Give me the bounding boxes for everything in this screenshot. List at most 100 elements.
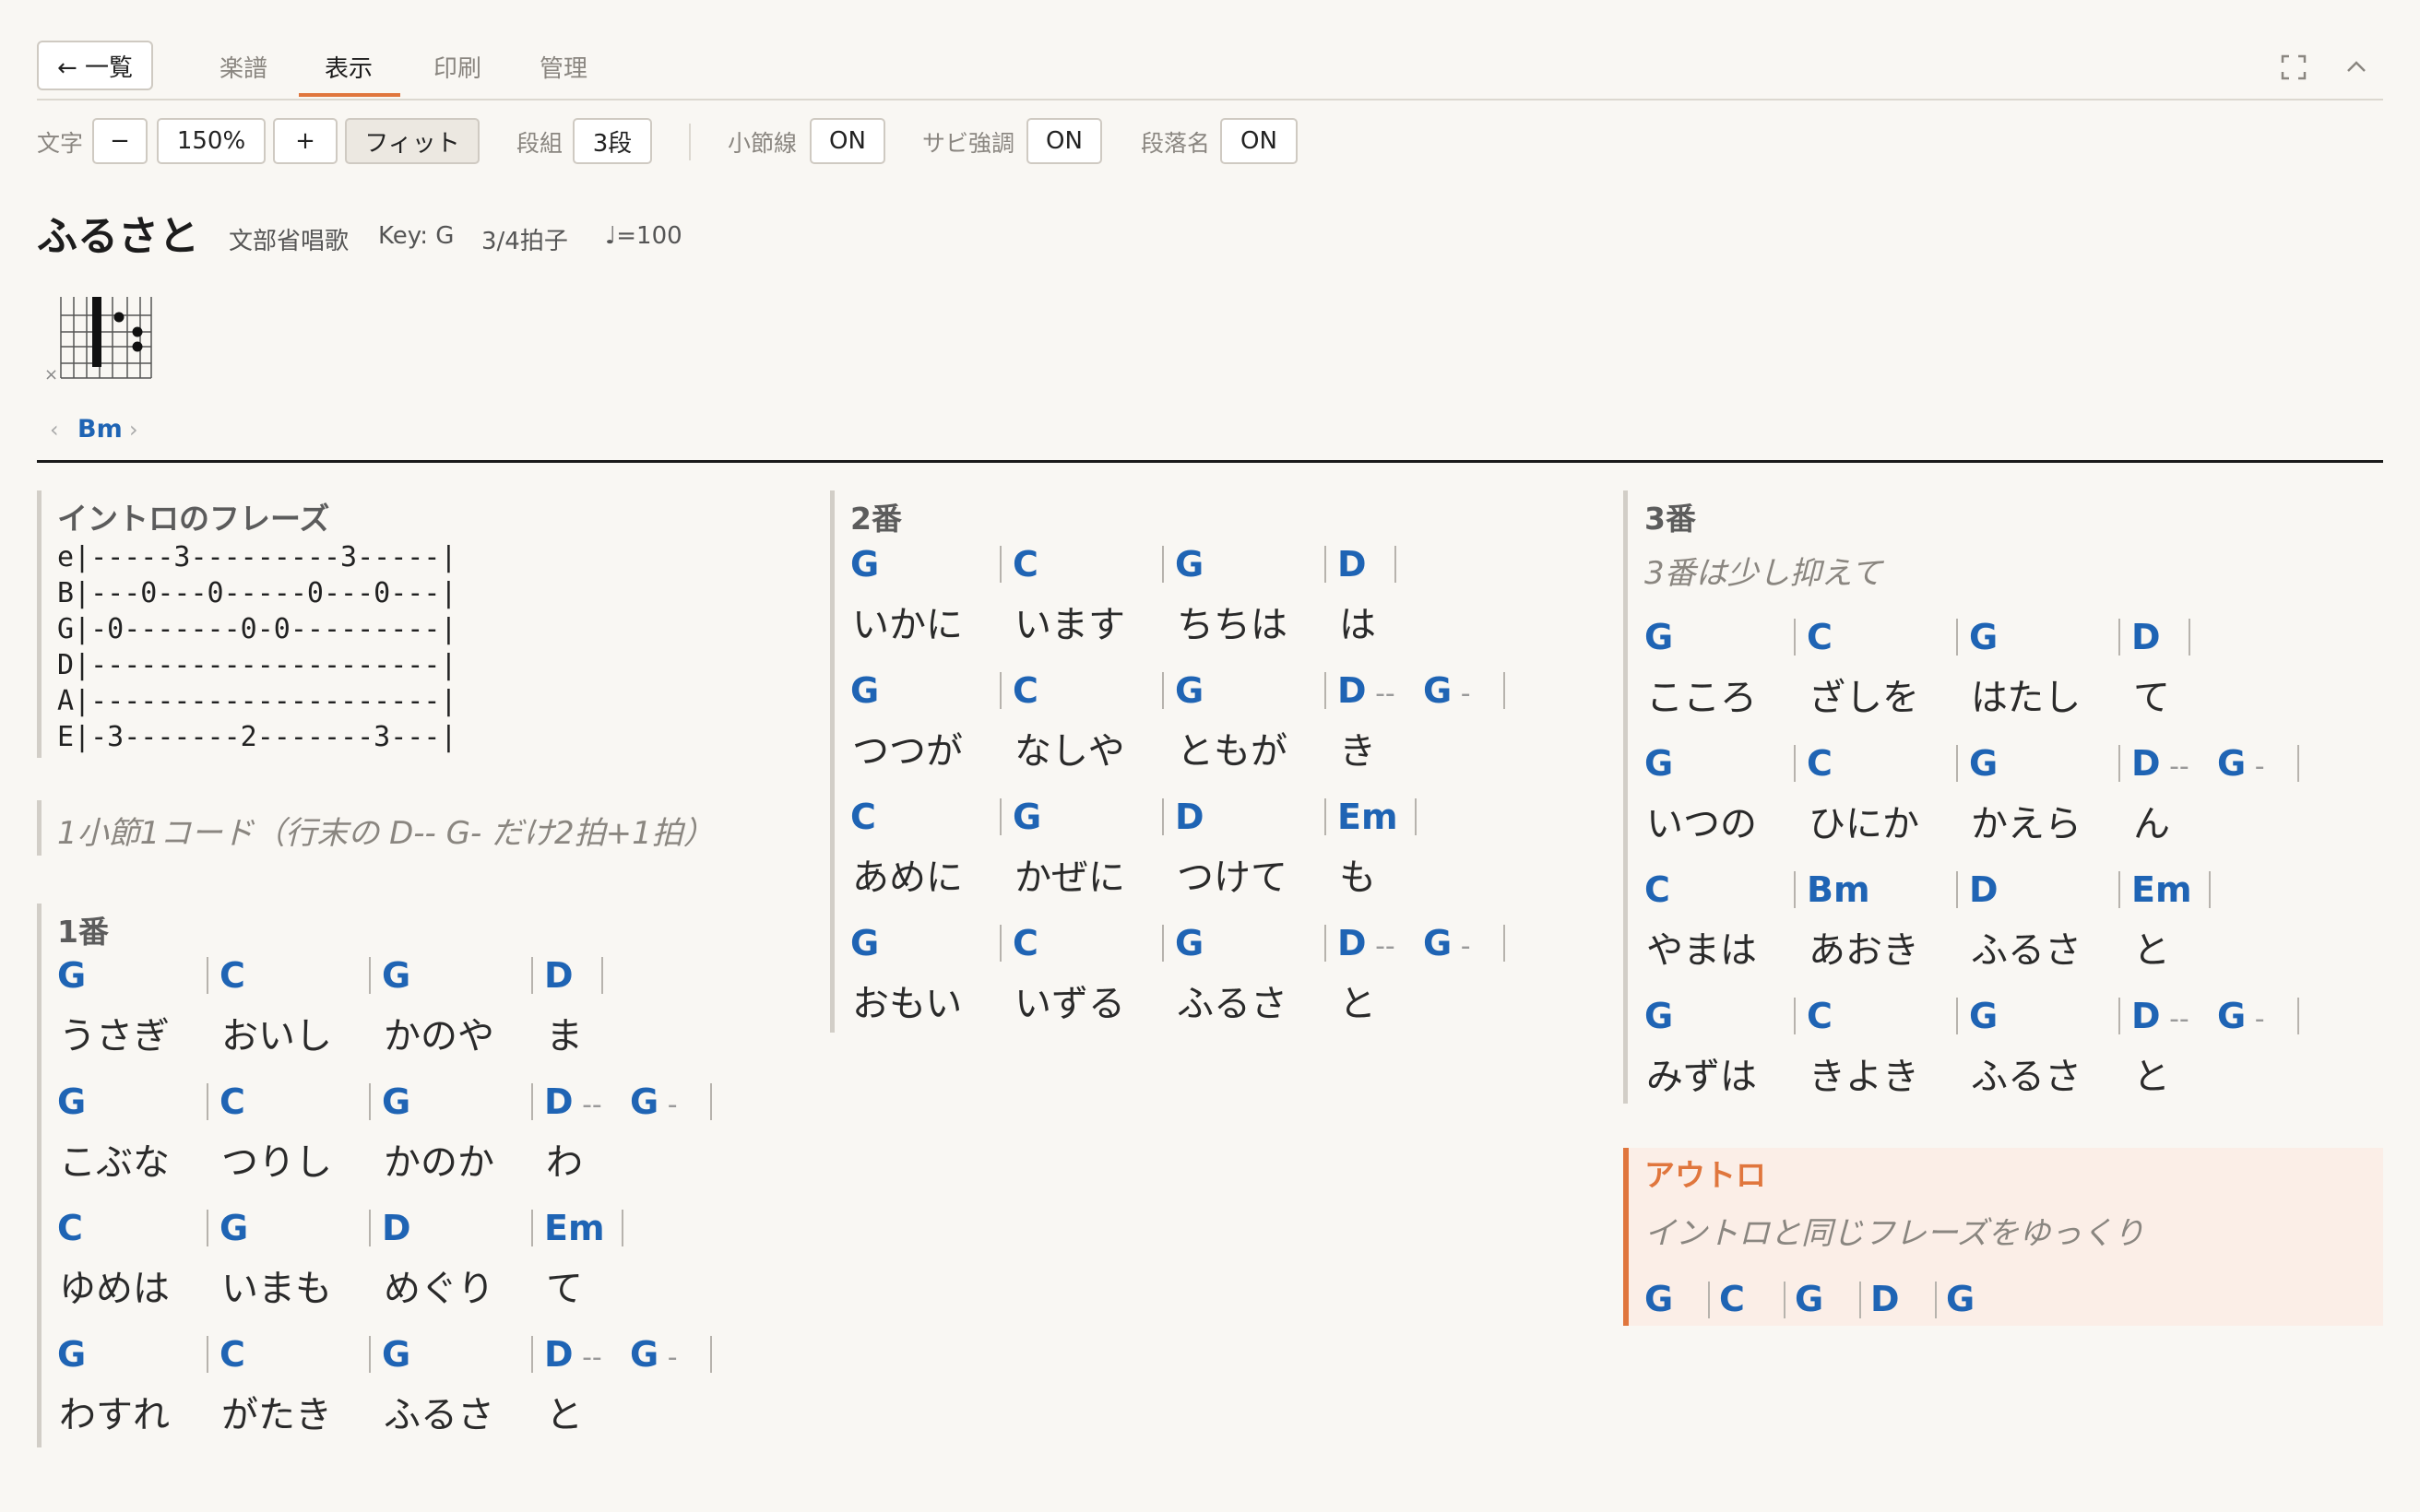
v2-chord[interactable]: C xyxy=(1013,923,1038,963)
v3-chord[interactable]: D -- xyxy=(2131,996,2189,1036)
verse3-section-bar xyxy=(1623,490,1628,1104)
v1-chord[interactable]: G xyxy=(219,1208,248,1248)
outro-chord[interactable]: C xyxy=(1719,1279,1745,1319)
v3-chord[interactable]: G xyxy=(1644,996,1673,1036)
collapse-chevron-up-icon[interactable] xyxy=(2343,53,2370,89)
v2-chord[interactable]: C xyxy=(1013,670,1038,711)
v2-chord[interactable]: D -- xyxy=(1337,923,1395,963)
v2-chord[interactable]: D xyxy=(1337,544,1367,585)
v2-chord[interactable]: G xyxy=(850,923,879,963)
verse3-title: 3番 xyxy=(1644,501,1696,537)
tab-manage[interactable]: 管理 xyxy=(540,50,587,84)
barlines-toggle[interactable]: ON xyxy=(810,118,885,164)
v3-chord[interactable]: G - xyxy=(2217,743,2265,784)
v1-chord[interactable]: C xyxy=(219,955,245,996)
v1-chord[interactable]: G xyxy=(57,955,86,996)
v3-chord[interactable]: Em xyxy=(2131,869,2192,910)
v2-chord[interactable]: G xyxy=(1013,797,1041,837)
columns-label: 段組 xyxy=(516,130,563,157)
v3-chord[interactable]: C xyxy=(1807,617,1833,657)
chord-next-button[interactable]: › xyxy=(129,417,138,443)
tab-line-e: e|-----3---------3-----| xyxy=(57,541,457,573)
font-increase-button[interactable]: + xyxy=(273,118,338,164)
v2-chord[interactable]: G - xyxy=(1423,670,1471,711)
v2-chord[interactable]: G xyxy=(1175,923,1204,963)
v3-barline xyxy=(2189,619,2190,656)
v3-barline xyxy=(2118,998,2120,1034)
v3-chord[interactable]: D -- xyxy=(2131,743,2189,784)
v3-barline xyxy=(2209,871,2211,908)
tab-line-b: B|---0---0-----0---0---| xyxy=(57,577,457,609)
v2-chord[interactable]: G - xyxy=(1423,923,1471,963)
v3-barline xyxy=(2118,745,2120,782)
v3-lyric: はたし xyxy=(1971,677,2082,719)
section-names-toggle[interactable]: ON xyxy=(1220,118,1298,164)
v3-chord[interactable]: G - xyxy=(2217,996,2265,1036)
v1-lyric: こぶな xyxy=(59,1141,170,1184)
v3-chord[interactable]: C xyxy=(1644,869,1670,910)
outro-chord[interactable]: G xyxy=(1644,1279,1673,1319)
v3-chord[interactable]: Bm xyxy=(1807,869,1870,910)
v1-chord[interactable]: G - xyxy=(630,1334,678,1375)
outro-barline xyxy=(1708,1282,1710,1318)
v3-chord[interactable]: G xyxy=(1969,617,1998,657)
back-to-list-button[interactable]: ← 一覧 xyxy=(37,41,153,90)
v1-chord[interactable]: G xyxy=(57,1081,86,1122)
v2-chord[interactable]: G xyxy=(850,670,879,711)
v3-chord[interactable]: D xyxy=(1969,869,1999,910)
v1-chord[interactable]: C xyxy=(57,1208,83,1248)
v2-chord[interactable]: D xyxy=(1175,797,1204,837)
v3-lyric: と xyxy=(2133,1056,2170,1098)
v3-lyric: こころ xyxy=(1646,677,1757,719)
chord-symbol: C xyxy=(219,1334,245,1375)
v1-chord[interactable]: G xyxy=(382,1081,410,1122)
font-decrease-button[interactable]: − xyxy=(92,118,148,164)
outro-chord[interactable]: G xyxy=(1795,1279,1823,1319)
outro-chord[interactable]: G xyxy=(1946,1279,1975,1319)
v3-chord[interactable]: G xyxy=(1644,617,1673,657)
v3-chord[interactable]: G xyxy=(1969,996,1998,1036)
outro-barline xyxy=(1784,1282,1785,1318)
chorus-emphasis-toggle[interactable]: ON xyxy=(1026,118,1102,164)
v2-chord[interactable]: C xyxy=(1013,544,1038,585)
v1-barline xyxy=(531,1336,533,1373)
v1-chord[interactable]: Em xyxy=(544,1208,605,1248)
v1-chord[interactable]: D xyxy=(382,1208,411,1248)
outro-chord[interactable]: D xyxy=(1870,1279,1900,1319)
v3-chord[interactable]: G xyxy=(1969,743,1998,784)
v2-chord[interactable]: C xyxy=(850,797,876,837)
v2-barline xyxy=(1000,672,1002,709)
v1-chord[interactable]: D -- xyxy=(544,1081,602,1122)
fit-button[interactable]: フィット xyxy=(345,118,480,164)
v3-chord[interactable]: C xyxy=(1807,743,1833,784)
zoom-value[interactable]: 150% xyxy=(157,118,266,164)
fullscreen-icon[interactable] xyxy=(2280,53,2307,89)
v2-lyric: いずる xyxy=(1014,983,1125,1025)
v3-chord[interactable]: C xyxy=(1807,996,1833,1036)
v2-chord[interactable]: D -- xyxy=(1337,670,1395,711)
chord-symbol: G xyxy=(1969,743,1999,784)
v1-chord[interactable]: D xyxy=(544,955,574,996)
v2-chord[interactable]: G xyxy=(850,544,879,585)
v3-chord[interactable]: D xyxy=(2131,617,2161,657)
v1-chord[interactable]: G - xyxy=(630,1081,678,1122)
tab-print[interactable]: 印刷 xyxy=(433,50,481,84)
v2-barline xyxy=(1324,925,1326,962)
v1-chord[interactable]: G xyxy=(382,1334,410,1375)
tab-score[interactable]: 楽譜 xyxy=(219,50,267,84)
v3-lyric: やまは xyxy=(1646,929,1757,972)
columns-select[interactable]: 3段 xyxy=(573,118,652,164)
v2-barline xyxy=(1162,798,1164,835)
v1-chord[interactable]: D -- xyxy=(544,1334,602,1375)
v1-chord[interactable]: C xyxy=(219,1334,245,1375)
v1-chord[interactable]: G xyxy=(382,955,410,996)
v3-chord[interactable]: G xyxy=(1644,743,1673,784)
v2-chord[interactable]: G xyxy=(1175,544,1204,585)
v1-chord[interactable]: C xyxy=(219,1081,245,1122)
v2-barline xyxy=(1162,672,1164,709)
v2-chord[interactable]: Em xyxy=(1337,797,1398,837)
v1-chord[interactable]: G xyxy=(57,1334,86,1375)
tab-view[interactable]: 表示 xyxy=(325,50,373,84)
chord-prev-button[interactable]: ‹ xyxy=(50,417,59,443)
v2-chord[interactable]: G xyxy=(1175,670,1204,711)
